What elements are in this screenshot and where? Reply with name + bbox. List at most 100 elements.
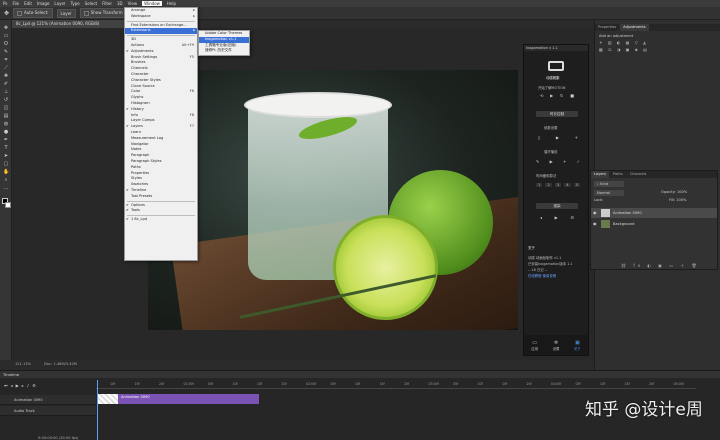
gradient-icon[interactable]: ▤ (3, 114, 9, 119)
about-line-3: -- 18 日记 -- (528, 268, 548, 272)
playhead[interactable] (97, 380, 98, 440)
healing-icon[interactable]: ✚ (3, 74, 9, 79)
adjustment-icons-row2[interactable]: ▩ ⚖ ◑ ▣ ◈ ▤ (599, 47, 649, 52)
menu-item-extensions[interactable]: Extensions ▸ (125, 28, 197, 35)
footer-settings[interactable]: ✲ 设置 (553, 340, 560, 351)
layer-row-animation[interactable]: ◉ Animation 0090 (591, 208, 717, 218)
brush-icon[interactable]: ✐ (3, 82, 9, 87)
tab-channels[interactable]: Channels (627, 171, 650, 178)
dodge-icon[interactable]: ● (3, 130, 9, 135)
eye-icon[interactable]: ◉ (593, 208, 597, 218)
quick-select-icon[interactable]: ✎ (3, 50, 9, 55)
fill-control[interactable]: Fill: 100% (669, 198, 686, 202)
menu-3d[interactable]: 3D (117, 1, 123, 6)
menu-type[interactable]: Type (71, 1, 80, 6)
timeline-ruler[interactable]: 10f 15f 20f 01:00f 05f 10f 15f 20f 02:00f 05f 10f 1… (96, 381, 696, 389)
menu-file[interactable]: File (12, 1, 19, 6)
pen-icon[interactable]: ✎ (536, 159, 539, 164)
menu-item-tool-presets[interactable]: Tool Presets (125, 194, 197, 200)
background-color-swatch[interactable] (5, 202, 11, 208)
tab-layers[interactable]: Layers (591, 171, 609, 178)
menu-app-logo[interactable]: Ps (3, 1, 7, 6)
ease-2[interactable]: 2 (545, 183, 552, 187)
eyedropper-icon[interactable]: ⟋ (3, 66, 9, 71)
pen-icon[interactable]: ✒ (3, 138, 9, 143)
blur-icon[interactable]: ◍ (3, 122, 9, 127)
path-select-icon[interactable]: ➤ (3, 154, 9, 159)
layer-kind-filter[interactable]: ⌕ Kind (594, 181, 624, 187)
hand-icon[interactable]: ✋ (3, 170, 9, 175)
menu-view[interactable]: View (128, 1, 138, 6)
frames-controls[interactable]: ▯ ▶ + (538, 135, 578, 140)
canvas-image[interactable] (148, 70, 518, 330)
move-tool-icon[interactable]: ✥ (4, 10, 9, 17)
ease-3[interactable]: 3 (554, 183, 562, 187)
render-button[interactable]: 渲染 (536, 203, 578, 209)
rewind-icon[interactable]: ⟲ (540, 93, 543, 99)
layers-footer-icons[interactable]: ⛓ fx ◐ ▣ ▭ ＋ 🗑 (621, 263, 700, 269)
menu-filter[interactable]: Filter (102, 1, 112, 6)
eye-icon[interactable]: ◉ (593, 219, 597, 229)
timeline-clip[interactable]: Animation 0090 (118, 394, 259, 404)
loop-check-icon[interactable]: ✓ (577, 159, 580, 164)
tab-paths[interactable]: Paths (610, 171, 626, 178)
move-icon[interactable]: ✥ (3, 26, 9, 31)
plugin-icon-row[interactable]: ⟲ ▶ ↻ ■ (540, 93, 574, 99)
loop-icon[interactable]: ↻ (560, 93, 563, 99)
ease-number-row[interactable]: 1 2 3 4 5 (536, 183, 580, 187)
about-links[interactable]: 在线教程 使用说明 (528, 273, 556, 278)
loop-play-icon[interactable]: ▶ (550, 159, 553, 164)
settings-icon[interactable]: ⚙ (32, 383, 39, 388)
auto-select-dropdown[interactable]: Layer (56, 8, 76, 18)
menu-item-workspace[interactable]: Workspace ▸ (125, 14, 197, 20)
timeline-controls[interactable]: ⏮◂▶▸♪⚙ (4, 383, 39, 389)
loop-controls[interactable]: ✎ ▶ + ✓ (536, 159, 580, 164)
menu-layer[interactable]: Layer (54, 1, 65, 6)
menu-item-pl[interactable]: 速修PL 历史文件 (199, 48, 249, 54)
type-icon[interactable]: T (3, 146, 9, 151)
render-start-icon[interactable]: ◂ (540, 215, 542, 220)
frame-add-icon[interactable]: + (575, 135, 578, 140)
menu-window[interactable]: Window (142, 1, 162, 6)
menu-image[interactable]: Image (37, 1, 50, 6)
menu-help[interactable]: Help (167, 1, 176, 6)
first-frame-icon[interactable]: ⏮ (4, 383, 11, 388)
ease-1[interactable]: 1 (536, 183, 543, 187)
loop-add-icon[interactable]: + (563, 159, 566, 164)
marquee-icon[interactable]: ▭ (3, 34, 9, 39)
stamp-icon[interactable]: ⊥ (3, 90, 9, 95)
render-controls[interactable]: ◂ ▶ ☰ (540, 215, 574, 220)
frame-file-icon[interactable]: ▯ (538, 135, 540, 140)
menu-item-tools[interactable]: Tools (125, 208, 197, 214)
zoom-level[interactable]: 121.13% (15, 362, 31, 366)
stop-icon[interactable]: ■ (570, 93, 574, 99)
menu-select[interactable]: Select (85, 1, 97, 6)
menu-edit[interactable]: Edit (24, 1, 32, 6)
tab-properties[interactable]: Properties (595, 24, 619, 31)
layer-row-background[interactable]: ◉ Background (591, 219, 717, 229)
footer-apply[interactable]: ▭ 应用 (531, 340, 538, 351)
frame-play-icon[interactable]: ▶ (556, 135, 559, 140)
menu-item-1-8c-lpd[interactable]: 1 8c_Lpd (125, 217, 197, 223)
time-control-button[interactable]: 时长控制 (536, 111, 578, 117)
play-icon[interactable]: ▶ (550, 93, 553, 99)
eraser-icon[interactable]: ◫ (3, 106, 9, 111)
blend-mode-select[interactable]: Normal (594, 190, 624, 196)
more-tools-icon[interactable]: … (3, 186, 9, 191)
crop-icon[interactable]: ⌗ (3, 58, 9, 63)
lasso-icon[interactable]: ʘ (3, 42, 9, 47)
history-brush-icon[interactable]: ↺ (3, 98, 9, 103)
track-animation[interactable]: Animation 0090 (0, 395, 96, 405)
opacity-control[interactable]: Opacity: 100% (661, 190, 687, 194)
ease-4[interactable]: 4 (564, 183, 571, 187)
track-audio[interactable]: Audio Track (0, 406, 96, 416)
tab-adjustments[interactable]: Adjustments (620, 24, 649, 31)
zoom-icon[interactable]: ⌕ (3, 178, 9, 183)
adjustment-icons-row1[interactable]: ☀ ▥ ◐ ▦ ▽ ◭ (599, 40, 648, 45)
footer-about[interactable]: ▣ 关于 (574, 340, 581, 351)
render-queue-icon[interactable]: ☰ (570, 215, 574, 220)
render-play-icon[interactable]: ▶ (555, 215, 558, 220)
auto-select-checkbox[interactable]: Auto-Select: (13, 8, 53, 18)
ease-5[interactable]: 5 (573, 183, 580, 187)
shape-icon[interactable]: ▢ (3, 162, 9, 167)
